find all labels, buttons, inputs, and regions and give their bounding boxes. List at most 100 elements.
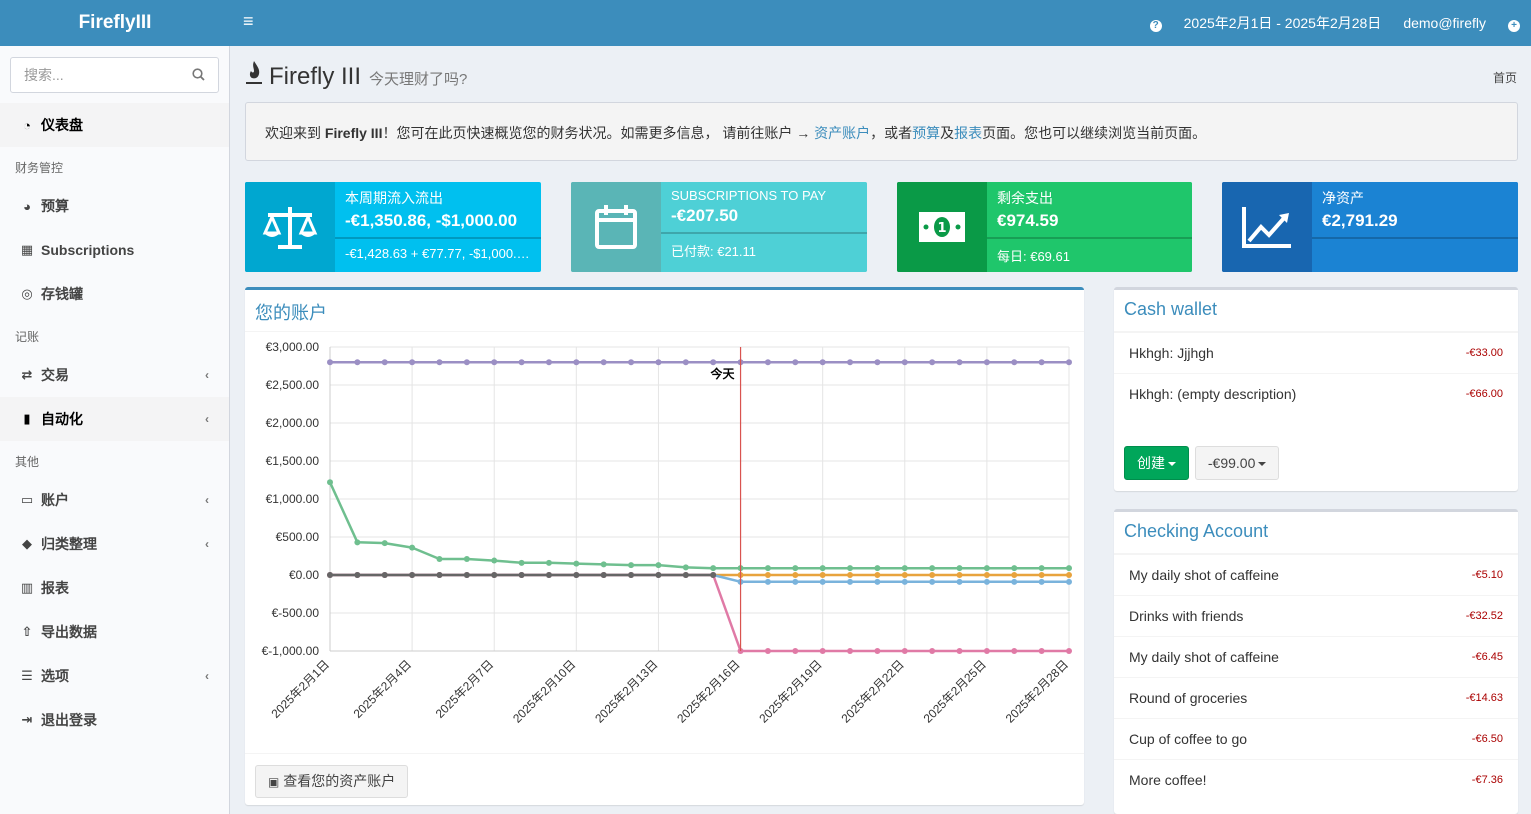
breadcrumb[interactable]: 首页	[1493, 69, 1517, 86]
exchange-icon: ⇄	[21, 367, 33, 382]
sidebar-item-transactions[interactable]: ⇄ 交易 ‹	[0, 353, 229, 397]
data-point	[1038, 359, 1045, 366]
data-point	[409, 572, 416, 578]
transaction-amount: -€5.10	[1471, 569, 1503, 581]
data-point	[655, 572, 662, 578]
bar-chart-icon: ▥	[20, 580, 34, 595]
sidebar-item-label: 仪表盘	[41, 117, 83, 133]
welcome-text: ！您可在此页快速概览您的财务状况。如需更多信息， 请前往账户 →	[382, 125, 815, 141]
chevron-left-icon: ‹	[205, 368, 209, 382]
sign-out-icon: ⇥	[21, 712, 33, 727]
x-tick-label: 2025年2月10日	[510, 657, 578, 725]
sidebar-item-automation[interactable]: ▮ 自动化 ‹	[0, 397, 229, 441]
data-point	[600, 572, 607, 578]
reports-link[interactable]: 报表	[954, 125, 982, 141]
money-icon: 1	[897, 182, 987, 272]
create-transaction-button[interactable]: 创建	[1124, 446, 1189, 480]
sidebar-item-export[interactable]: ⇧ 导出数据	[0, 610, 229, 654]
transaction-description: Hkhgh: (empty description)	[1129, 386, 1297, 402]
data-point	[463, 359, 470, 366]
sidebar-item-label: 归类整理	[41, 536, 97, 552]
checking-account-title[interactable]: Checking Account	[1114, 512, 1518, 554]
data-point	[983, 572, 990, 578]
sidebar-item-label: 预算	[41, 198, 69, 214]
question-circle-icon[interactable]: ?	[1139, 0, 1173, 46]
info-box-left-to-spend: 1 剩余支出 €974.59 每日: €69.61	[897, 182, 1192, 272]
data-point	[792, 565, 799, 572]
info-box-label: 本周期流入流出	[345, 190, 443, 206]
sidebar-item-logout[interactable]: ⇥ 退出登录	[0, 698, 229, 742]
data-point	[847, 648, 854, 654]
transaction-row[interactable]: My daily shot of caffeine -€6.45	[1114, 636, 1518, 677]
sidebar-item-label: 报表	[41, 580, 69, 596]
sidebar-item-budgets[interactable]: ◕ 预算	[0, 184, 229, 228]
data-point	[354, 539, 361, 546]
cash-wallet-title[interactable]: Cash wallet	[1114, 290, 1518, 332]
transaction-row[interactable]: Hkhgh: Jjjhgh -€33.00	[1114, 332, 1518, 373]
data-point	[983, 359, 990, 366]
main-content: Firefly III 今天理财了吗? 首页 欢迎来到 Firefly III！…	[230, 46, 1531, 814]
balance-dropdown-button[interactable]: -€99.00	[1194, 446, 1280, 480]
today-label: 今天	[710, 366, 736, 381]
search-icon[interactable]	[192, 68, 205, 81]
sidebar-header-bookkeeping: 记账	[15, 330, 40, 344]
data-point	[518, 559, 525, 566]
accounts-box-title: 您的账户	[245, 290, 1084, 332]
top-navbar: FireflyIII ≡ ? 2025年2月1日 - 2025年2月28日 de…	[0, 0, 1531, 46]
data-point	[518, 359, 525, 366]
x-tick-label: 2025年2月22日	[839, 657, 907, 725]
transaction-row[interactable]: Drinks with friends -€32.52	[1114, 595, 1518, 636]
view-asset-accounts-button[interactable]: ▣ 查看您的资产账户	[255, 765, 409, 798]
checking-account-box: Checking Account My daily shot of caffei…	[1114, 509, 1518, 814]
data-point	[764, 648, 771, 654]
transaction-row[interactable]: My daily shot of caffeine -€5.10	[1114, 554, 1518, 595]
data-point	[847, 578, 854, 585]
data-point	[929, 572, 936, 578]
transaction-amount: -€7.36	[1471, 774, 1503, 786]
data-point	[983, 565, 990, 572]
data-point	[1066, 648, 1072, 654]
sidebar-item-dashboard[interactable]: ◔ 仪表盘	[0, 103, 229, 147]
date-range-picker[interactable]: 2025年2月1日 - 2025年2月28日	[1173, 0, 1393, 46]
y-tick-label: €3,000.00	[266, 340, 320, 354]
sidebar-item-label: 选项	[41, 668, 69, 684]
sliders-icon: ☰	[21, 668, 33, 683]
welcome-callout: 欢迎来到 Firefly III！您可在此页快速概览您的财务状况。如需更多信息，…	[245, 102, 1518, 161]
sidebar-toggle-icon[interactable]: ≡	[243, 12, 259, 30]
transaction-row[interactable]: Cup of coffee to go -€6.50	[1114, 718, 1518, 759]
accounts-box: 您的账户 €3,000.00 €2,500.00 €2,000.00 €1,500.0…	[245, 287, 1084, 805]
transaction-amount: -€14.63	[1465, 692, 1503, 704]
user-menu[interactable]: demo@firefly	[1392, 0, 1497, 46]
data-point	[682, 564, 689, 571]
transaction-description: My daily shot of caffeine	[1129, 567, 1279, 583]
data-point	[764, 578, 771, 585]
data-point	[628, 572, 635, 578]
sidebar-item-classification[interactable]: ◆ 归类整理 ‹	[0, 522, 229, 566]
sidebar-item-piggy-banks[interactable]: ◎ 存钱罐	[0, 272, 229, 316]
sidebar-item-reports[interactable]: ▥ 报表	[0, 566, 229, 610]
data-point	[573, 359, 580, 366]
data-point	[929, 565, 936, 572]
app-logo[interactable]: FireflyIII	[0, 0, 230, 46]
data-point	[354, 572, 361, 578]
data-point	[655, 359, 662, 366]
transaction-row[interactable]: Hkhgh: (empty description) -€66.00	[1114, 373, 1518, 414]
sidebar-item-accounts[interactable]: ▭ 账户 ‹	[0, 478, 229, 522]
plus-circle-icon[interactable]: +	[1497, 0, 1531, 46]
budgets-link[interactable]: 预算	[912, 125, 940, 141]
sidebar-item-options[interactable]: ☰ 选项 ‹	[0, 654, 229, 698]
data-point	[929, 578, 936, 585]
tags-icon: ◆	[22, 536, 32, 551]
transaction-row[interactable]: Round of groceries -€14.63	[1114, 677, 1518, 718]
transaction-row[interactable]: More coffee! -€7.36	[1114, 759, 1518, 800]
info-box-label: SUBSCRIPTIONS TO PAY	[671, 188, 827, 203]
fire-icon	[246, 61, 262, 84]
asset-accounts-link[interactable]: 资产账户	[814, 125, 870, 141]
search-input[interactable]	[11, 58, 181, 92]
data-point	[764, 572, 771, 578]
sidebar-item-subscriptions[interactable]: ▦ Subscriptions	[0, 228, 229, 272]
data-point	[901, 565, 908, 572]
accounts-line-chart[interactable]: €3,000.00 €2,500.00 €2,000.00 €1,500.00 €1,0…	[245, 335, 1084, 755]
y-tick-label: €2,000.00	[266, 416, 320, 430]
data-point	[1066, 572, 1072, 578]
